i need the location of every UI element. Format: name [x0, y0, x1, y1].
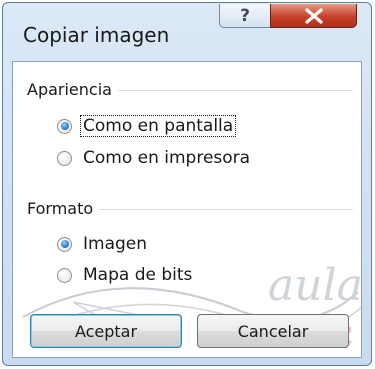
- radio-label-como-en-impresora: Como en impresora: [83, 148, 251, 168]
- ok-button[interactable]: Aceptar: [30, 314, 182, 348]
- help-button[interactable]: ?: [219, 4, 271, 28]
- radio-label-mapa-de-bits: Mapa de bits: [83, 265, 193, 285]
- close-icon: [304, 7, 323, 24]
- radio-como-en-pantalla[interactable]: Como en pantalla: [57, 115, 237, 137]
- cancel-button[interactable]: Cancelar: [197, 314, 349, 348]
- help-icon: ?: [240, 5, 250, 26]
- radio-button[interactable]: [57, 267, 72, 283]
- radio-button-selected[interactable]: [57, 118, 72, 134]
- close-button[interactable]: [270, 4, 357, 28]
- radio-imagen[interactable]: Imagen: [57, 234, 149, 254]
- radio-mapa-de-bits[interactable]: Mapa de bits: [57, 265, 194, 285]
- radio-button-selected[interactable]: [57, 236, 72, 252]
- radio-button[interactable]: [57, 150, 72, 166]
- cancel-button-label: Cancelar: [237, 321, 309, 341]
- radio-label-imagen: Imagen: [83, 234, 148, 254]
- copy-image-dialog: Copiar imagen ? aula Clic Apariencia Com…: [2, 2, 372, 366]
- dialog-title: Copiar imagen: [23, 23, 170, 47]
- dialog-body: aula Clic Apariencia Como en pantalla Co…: [12, 61, 362, 358]
- svg-text:aula: aula: [268, 260, 362, 311]
- radio-como-en-impresora[interactable]: Como en impresora: [57, 148, 252, 168]
- appearance-group-label: Apariencia: [27, 80, 118, 99]
- title-bar[interactable]: Copiar imagen ?: [3, 3, 371, 61]
- format-group-label: Formato: [27, 199, 100, 218]
- ok-button-label: Aceptar: [74, 321, 138, 341]
- radio-label-como-en-pantalla: Como en pantalla: [79, 115, 237, 137]
